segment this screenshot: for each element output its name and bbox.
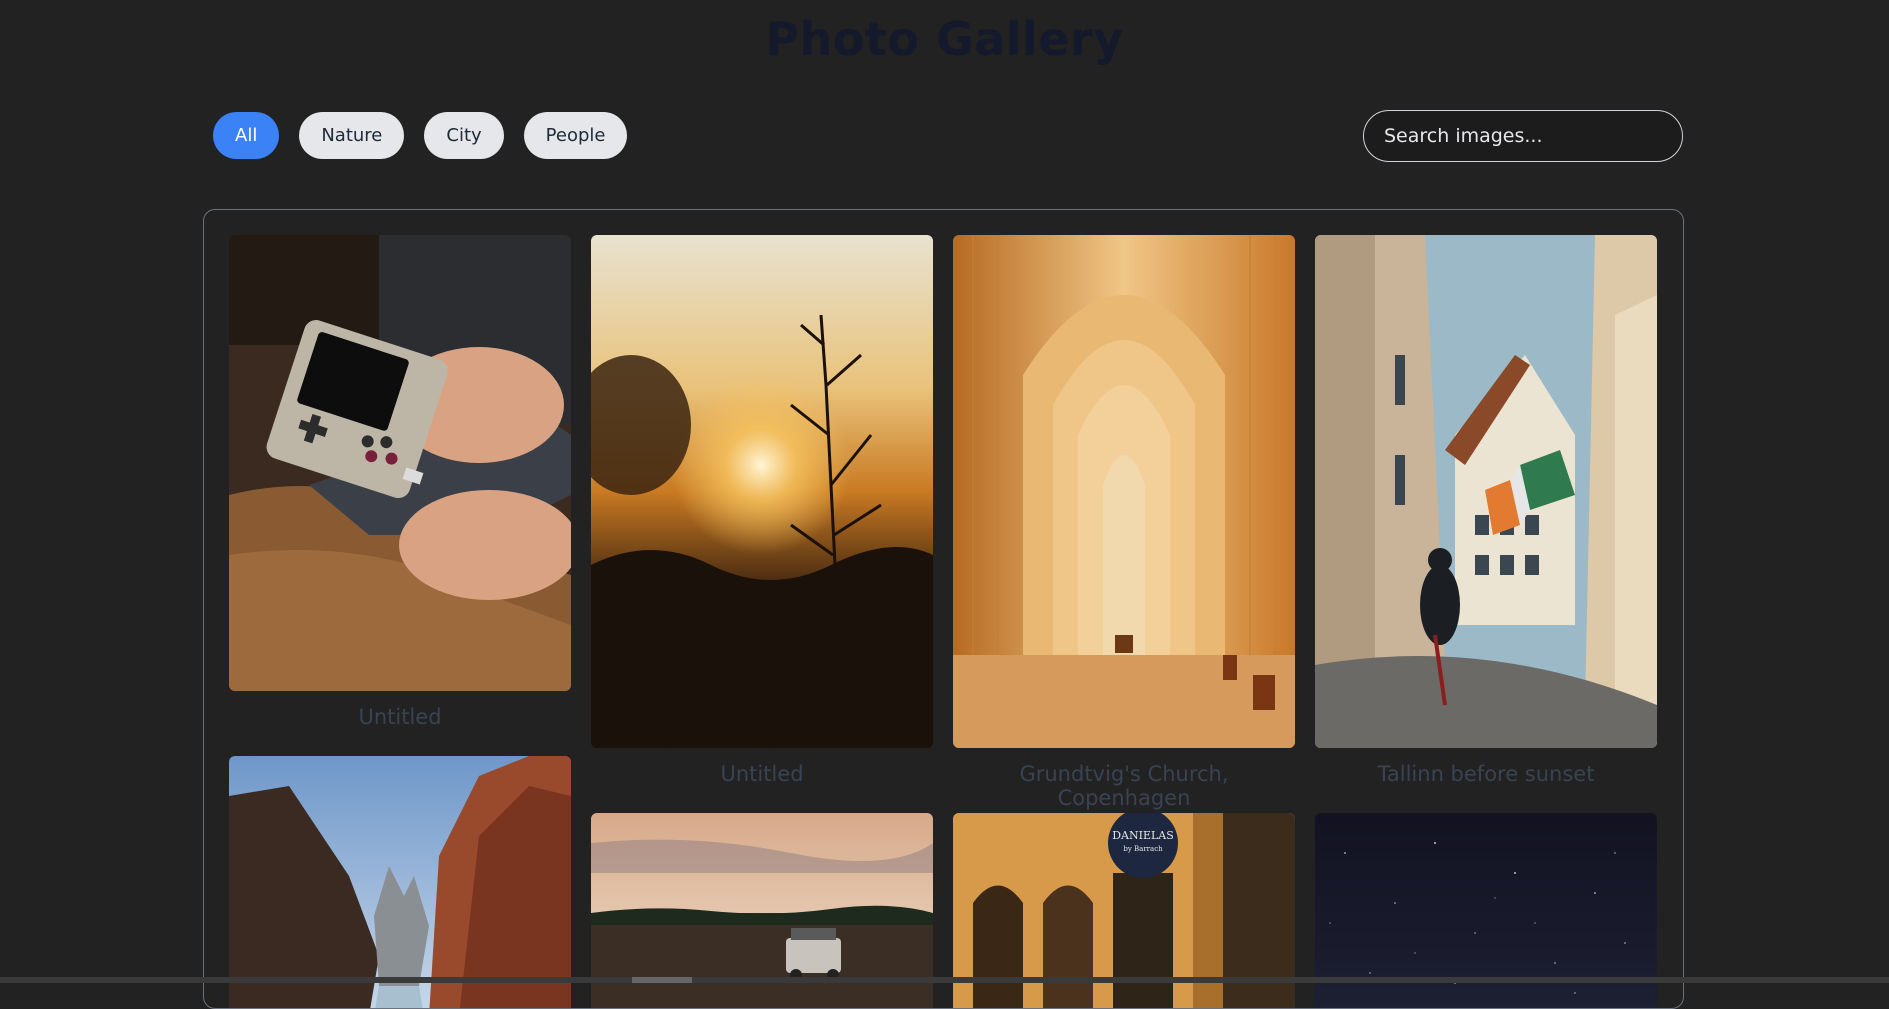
filter-nature-button[interactable]: Nature: [299, 112, 405, 159]
gallery-panel[interactable]: Untitled Untitled Grundtvig's Church, Co…: [203, 209, 1684, 1009]
gallery-card[interactable]: Grundtvig's Church, Copenhagen: [953, 235, 1295, 810]
gallery-image-rock-cliffs[interactable]: [229, 756, 571, 1008]
gallery-image-handheld-console[interactable]: [229, 235, 571, 691]
svg-text:DANIELAS: DANIELAS: [1112, 829, 1174, 842]
filter-bar: All Nature City People: [213, 112, 628, 159]
scrollbar-thumb[interactable]: [632, 977, 692, 983]
gallery-image-church[interactable]: [953, 235, 1295, 748]
gallery-caption: Untitled: [358, 705, 442, 729]
filter-city-button[interactable]: City: [424, 112, 504, 159]
filter-all-button[interactable]: All: [213, 112, 280, 159]
gallery-caption: Untitled: [720, 762, 804, 786]
gallery-caption: Grundtvig's Church, Copenhagen: [1019, 762, 1229, 810]
filter-people-button[interactable]: People: [523, 112, 628, 159]
gallery-card[interactable]: Tallinn before sunset: [1315, 235, 1657, 786]
gallery-image-tallinn-street[interactable]: [1315, 235, 1657, 748]
gallery-card[interactable]: Untitled: [591, 235, 933, 786]
horizontal-scrollbar[interactable]: [0, 977, 1889, 983]
gallery-card[interactable]: [229, 756, 571, 1008]
gallery-image-sunset-plants[interactable]: [591, 235, 933, 748]
svg-text:by Barrach: by Barrach: [1123, 845, 1163, 853]
gallery-card[interactable]: Untitled: [229, 235, 571, 729]
gallery-caption: Tallinn before sunset: [1377, 762, 1595, 786]
search-input[interactable]: [1363, 110, 1683, 162]
page-title: Photo Gallery: [765, 12, 1124, 66]
